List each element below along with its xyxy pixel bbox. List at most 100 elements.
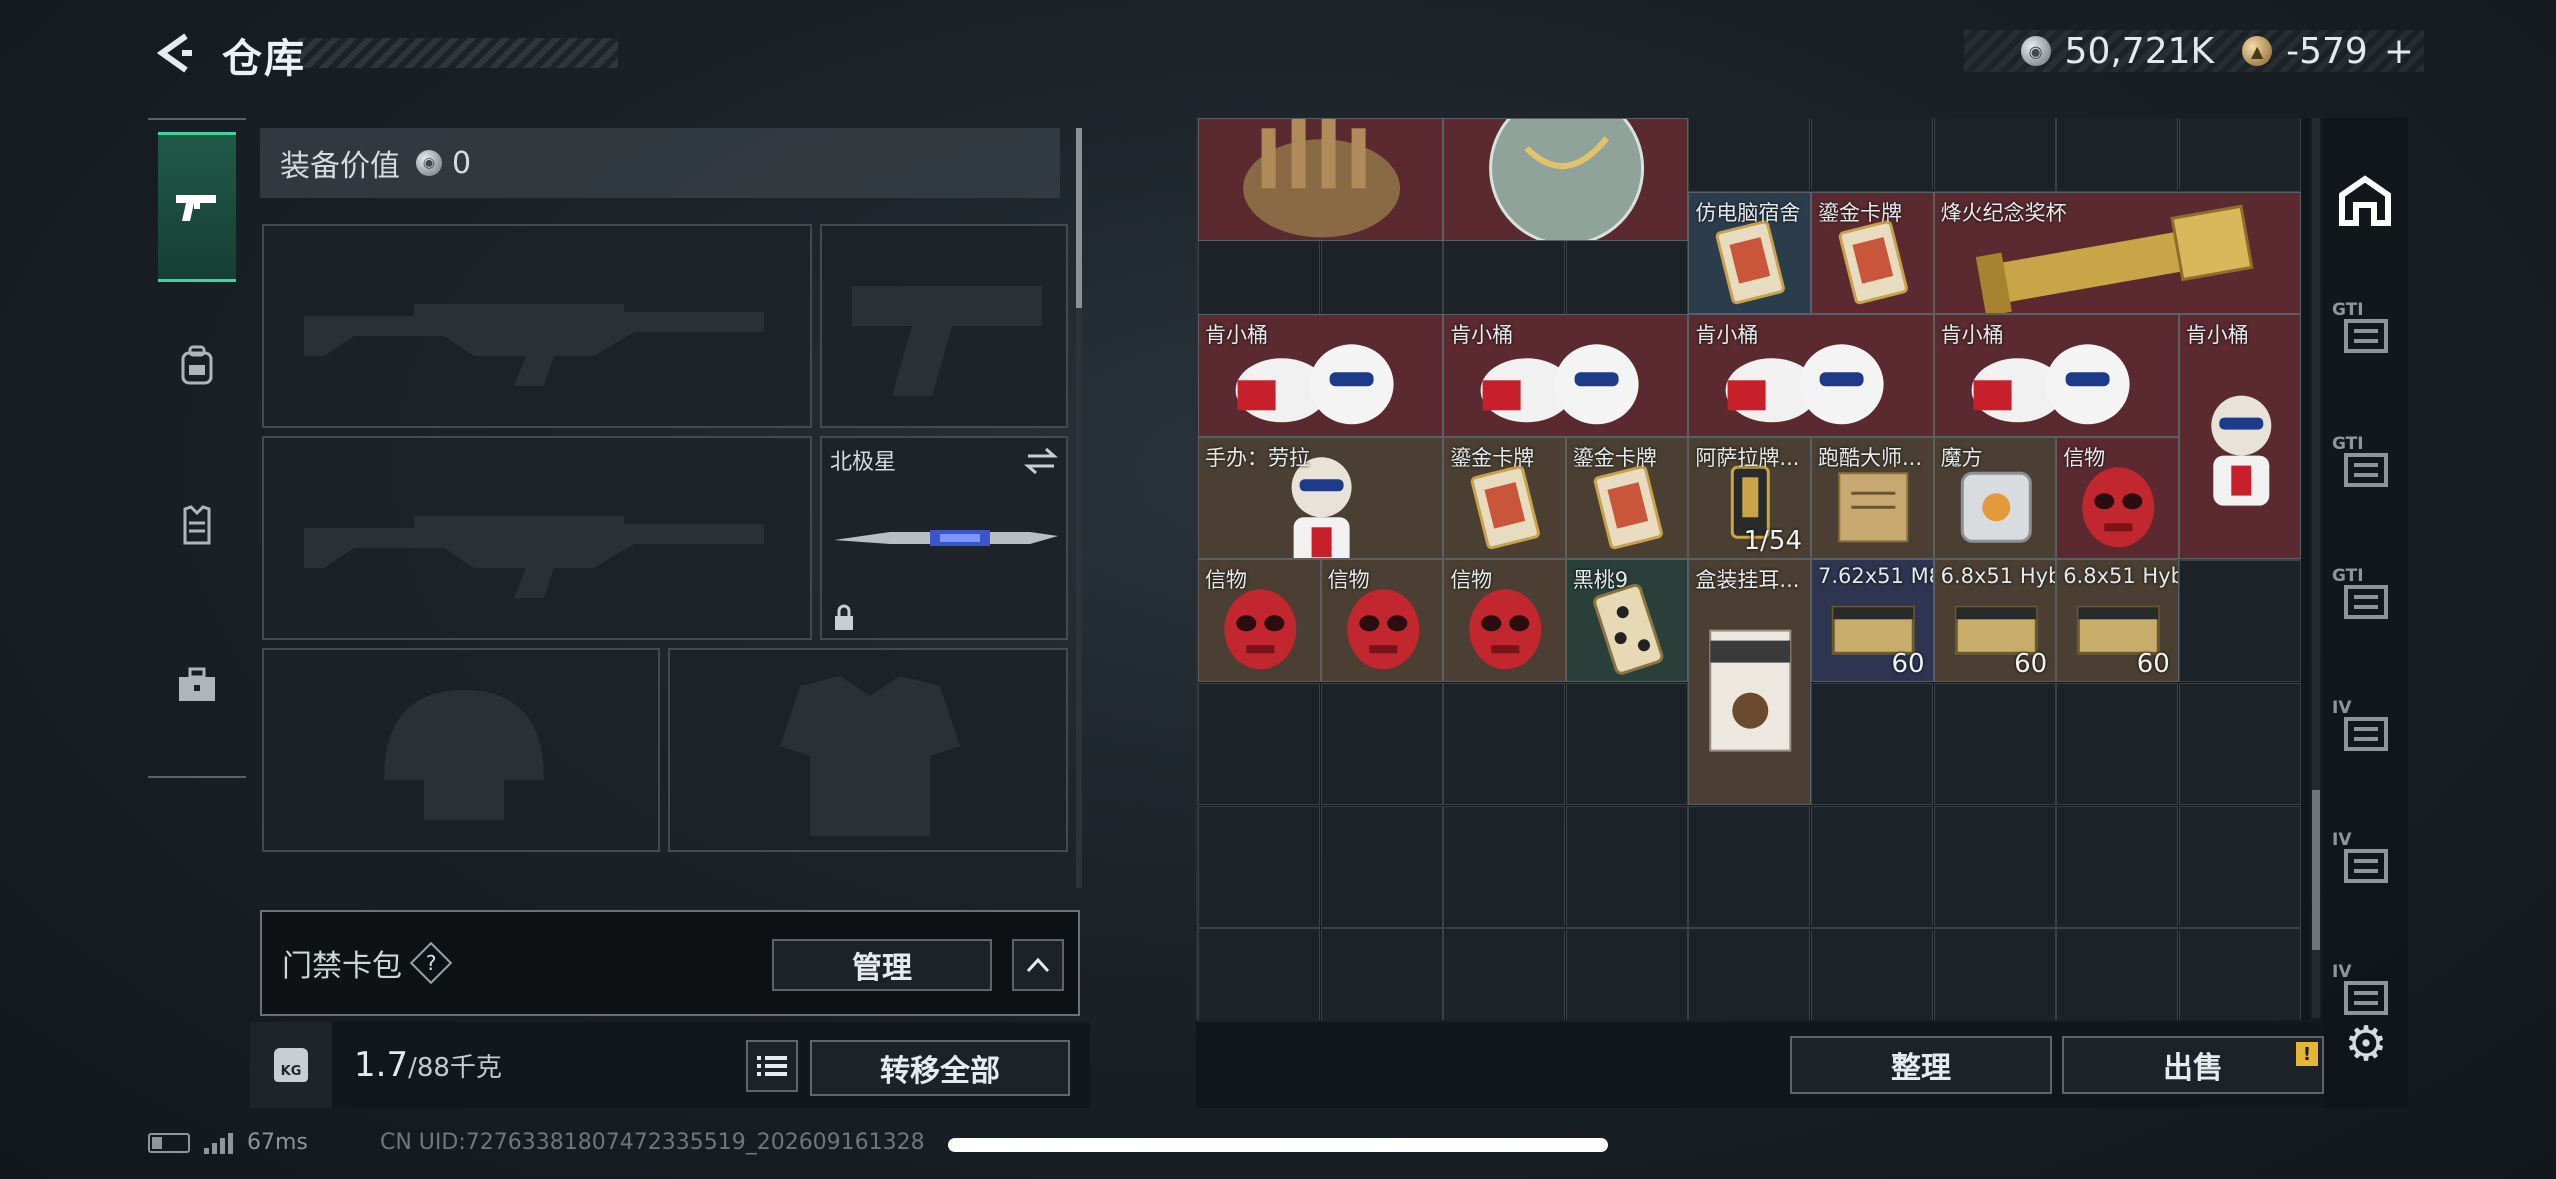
nav-backpack-tab[interactable]: [158, 290, 236, 440]
stash-cell[interactable]: [1565, 683, 1688, 805]
stash-item-mask[interactable]: 信物: [1320, 559, 1444, 682]
signal-icon: [204, 1132, 233, 1154]
stash-cell[interactable]: [1443, 928, 1566, 1020]
stash-item-ammo[interactable]: 6.8x51 Hybrid 60: [1933, 559, 2057, 682]
sell-button[interactable]: 出售 !: [2062, 1036, 2324, 1094]
stash-item-bucket[interactable]: 肯小桶: [1443, 314, 1689, 437]
gear-icon[interactable]: ⚙: [2338, 1016, 2394, 1072]
stash-cell[interactable]: [1320, 683, 1443, 805]
stash-cell[interactable]: [1688, 805, 1811, 928]
stash-cell[interactable]: [1688, 118, 1811, 192]
secondary-weapon-slot[interactable]: [820, 224, 1068, 428]
stash-nav-folder-iv-icon[interactable]: IV: [2332, 698, 2398, 764]
stash-cell[interactable]: [1565, 928, 1688, 1020]
stash-cell[interactable]: [2056, 118, 2179, 192]
stash-cell[interactable]: [2178, 560, 2301, 683]
sort-button[interactable]: 整理: [1790, 1036, 2052, 1094]
item-name: 肯小桶: [1695, 323, 1759, 348]
stash-item-card[interactable]: 仿电脑宿舍: [1688, 191, 1811, 315]
stash-cell[interactable]: [1565, 805, 1688, 928]
equipment-scrollbar[interactable]: [1076, 128, 1082, 888]
stash-cell[interactable]: [1688, 928, 1811, 1020]
stash-scrollbar[interactable]: [2312, 118, 2320, 1018]
stash-item-pinball[interactable]: 黑桃9: [1565, 559, 1689, 682]
stash-item-figure[interactable]: 手办：劳拉: [1198, 436, 1444, 560]
stash-item-cube[interactable]: 魔方: [1933, 436, 2057, 560]
swap-arrows-icon[interactable]: [1024, 446, 1058, 476]
stash-cell[interactable]: [1933, 928, 2056, 1020]
stash-nav-home-stash-icon[interactable]: [2332, 168, 2398, 234]
stash-item-figure[interactable]: 肯小桶: [2178, 314, 2302, 560]
stash-cell[interactable]: [1933, 805, 2056, 928]
stash-item-bucket[interactable]: 肯小桶: [1688, 314, 1934, 437]
stash-item-paper[interactable]: 跑酷大师...: [1811, 436, 1934, 560]
stash-nav-gun-rack-add-icon[interactable]: GTI: [2332, 566, 2398, 632]
add-currency-button[interactable]: +: [2384, 31, 2414, 72]
keycard-label: 门禁卡包: [282, 949, 402, 984]
stash-cell[interactable]: [1443, 683, 1566, 805]
stash-cell[interactable]: [1811, 805, 1933, 928]
stash-cell[interactable]: [2178, 805, 2301, 928]
stash-cell[interactable]: [1198, 805, 1320, 928]
stash-cell[interactable]: [1320, 805, 1443, 928]
stash-cell[interactable]: [1811, 683, 1933, 805]
stash-cell[interactable]: [1933, 683, 2056, 805]
stash-item-mask[interactable]: 信物: [1443, 559, 1566, 682]
primary-weapon-slot-2[interactable]: [262, 436, 812, 640]
equipment-value: 0: [452, 145, 472, 181]
stash-item-card[interactable]: 鎏金卡牌: [1443, 436, 1566, 560]
stash-cell[interactable]: [1443, 805, 1566, 928]
item-name: 手办：劳拉: [1205, 445, 1310, 470]
manage-button[interactable]: 管理: [772, 939, 992, 991]
nav-weapons-tab[interactable]: [158, 132, 236, 282]
home-indicator[interactable]: [948, 1138, 1608, 1152]
stash-nav-gun-rack-icon[interactable]: GTI: [2332, 434, 2398, 500]
stash-item-bucket[interactable]: 肯小桶: [1933, 314, 2179, 437]
stash-cell[interactable]: [1198, 683, 1320, 805]
helmet-slot[interactable]: [262, 648, 660, 852]
back-button[interactable]: [148, 28, 198, 78]
collapse-button[interactable]: [1012, 939, 1064, 991]
silver-coin-icon: ◉: [2020, 36, 2051, 66]
stash-cell[interactable]: [2056, 928, 2179, 1020]
nav-toolbox-tab[interactable]: [158, 610, 236, 760]
stash-item-ammo[interactable]: 6.8x51 Hybrid 60: [2056, 559, 2179, 682]
toolbox-icon: [179, 667, 215, 701]
primary-weapon-slot[interactable]: [262, 224, 812, 428]
stash-item-card[interactable]: 鎏金卡牌: [1565, 436, 1689, 560]
stash-cell[interactable]: [1933, 118, 2056, 192]
stash-cell[interactable]: [1198, 928, 1320, 1020]
stash-cell[interactable]: [2056, 683, 2179, 805]
stash-cell[interactable]: [2178, 118, 2301, 192]
stash-cell[interactable]: [2178, 928, 2301, 1020]
stash-item-card[interactable]: 鎏金卡牌: [1811, 191, 1934, 315]
stash-item-coffee[interactable]: 盒装挂耳...: [1688, 559, 1811, 805]
item-name: 鎏金卡牌: [1572, 445, 1657, 470]
stash-cell[interactable]: [1811, 928, 1933, 1020]
melee-weapon-slot[interactable]: 北极星: [820, 436, 1068, 640]
melee-weapon-name: 北极星: [830, 450, 897, 475]
list-view-button[interactable]: [746, 1040, 798, 1092]
stash-nav-container-upgrade-icon[interactable]: GTI: [2332, 300, 2398, 366]
item-name: 魔方: [1940, 445, 1983, 470]
gold-coin-icon: ▲: [2242, 36, 2273, 66]
stash-item-lighter[interactable]: 阿萨拉牌... 1/54: [1688, 436, 1811, 560]
stash-cell[interactable]: [2056, 805, 2179, 928]
transfer-all-button[interactable]: 转移全部: [810, 1040, 1070, 1096]
help-icon[interactable]: ?: [409, 941, 453, 985]
stash-item-mask[interactable]: 信物: [2056, 436, 2179, 560]
stash-cell[interactable]: [1320, 928, 1443, 1020]
stash-item-orb[interactable]: [1443, 118, 1689, 241]
stash-item-trophy[interactable]: 烽火纪念奖杯: [1933, 191, 2302, 315]
nav-vest-tab[interactable]: [158, 450, 236, 600]
stash-cell[interactable]: [1811, 118, 1933, 192]
stash-item-ammo[interactable]: 7.62x51 M80 60: [1811, 559, 1934, 682]
stash-item-bucket[interactable]: 肯小桶: [1198, 314, 1444, 437]
stash-nav-folder-iv-icon[interactable]: IV: [2332, 830, 2398, 896]
stash-cell[interactable]: [2178, 683, 2301, 805]
stash-item-mask[interactable]: 信物: [1198, 559, 1321, 682]
stash-item-glove[interactable]: [1198, 118, 1444, 241]
equipment-value-header: 装备价值 ◉ 0: [260, 128, 1060, 198]
title-decoration: [298, 38, 618, 68]
armor-slot[interactable]: [668, 648, 1068, 852]
